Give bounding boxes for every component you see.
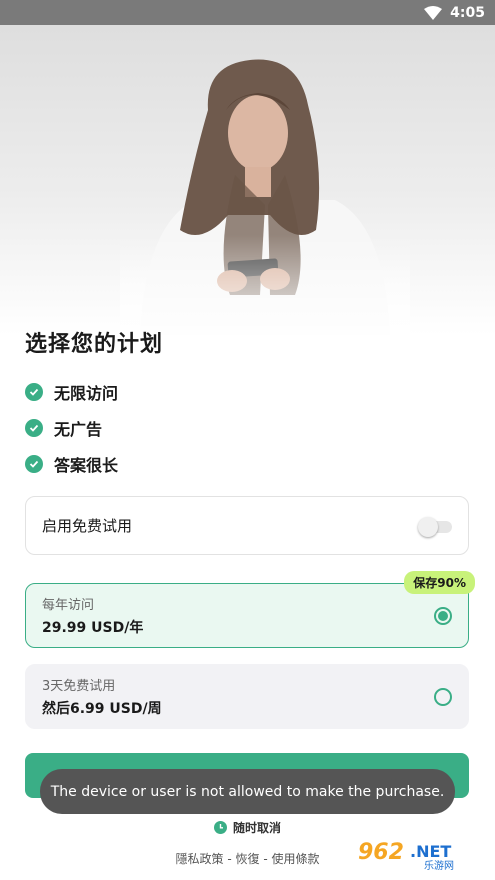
- save-badge: 保存90%: [404, 571, 475, 594]
- footer-separator: -: [259, 852, 272, 866]
- watermark-logo: 962 .NET 乐游网: [354, 836, 489, 872]
- restore-link[interactable]: 恢復: [235, 852, 259, 866]
- free-trial-toggle-card[interactable]: 启用免费试用: [25, 496, 469, 555]
- plan-price: 29.99 USD/年: [42, 620, 144, 636]
- radio-unselected[interactable]: [434, 687, 452, 706]
- status-bar: 4:05: [0, 0, 495, 25]
- svg-text:962: 962: [358, 840, 404, 865]
- plan-text: 每年访问 29.99 USD/年: [42, 594, 143, 637]
- free-trial-label: 启用免费试用: [42, 517, 133, 535]
- feature-item: 无广告: [25, 410, 118, 446]
- wifi-icon: [424, 5, 443, 20]
- check-icon: [25, 455, 43, 473]
- feature-label: 无广告: [54, 420, 103, 439]
- clock-icon: [213, 821, 227, 834]
- plan-price: 然后6.99 USD/周: [42, 701, 162, 717]
- plan-subtitle: 每年访问: [42, 598, 95, 613]
- svg-text:乐游网: 乐游网: [424, 859, 454, 872]
- plan-text: 3天免费试用 然后6.99 USD/周: [42, 675, 162, 718]
- status-time: 4:05: [450, 4, 485, 21]
- feature-label: 答案很长: [54, 456, 119, 475]
- privacy-policy-link[interactable]: 隱私政策: [176, 852, 224, 866]
- toast-message: The device or user is not allowed to mak…: [40, 769, 455, 814]
- check-icon: [25, 383, 43, 401]
- switch-thumb: [418, 516, 438, 537]
- feature-list: 无限访问 无广告 答案很长: [25, 374, 118, 482]
- footer-separator: -: [223, 852, 236, 866]
- feature-item: 无限访问: [25, 374, 118, 410]
- radio-selected[interactable]: [434, 606, 452, 625]
- radio-dot: [438, 610, 448, 621]
- woman-with-phone-photo: [120, 59, 410, 335]
- plan-option-annual[interactable]: 每年访问 29.99 USD/年: [25, 583, 469, 648]
- page-title: 选择您的计划: [25, 332, 164, 357]
- feature-label: 无限访问: [54, 384, 119, 403]
- hero-image: [0, 25, 495, 335]
- cancel-anytime: 随时取消: [0, 819, 495, 836]
- feature-item: 答案很长: [25, 446, 118, 482]
- plan-option-weekly-trial[interactable]: 3天免费试用 然后6.99 USD/周: [25, 664, 469, 729]
- cancel-anytime-label: 随时取消: [232, 821, 281, 835]
- free-trial-switch[interactable]: [418, 516, 452, 537]
- check-icon: [25, 419, 43, 437]
- svg-text:.NET: .NET: [410, 842, 451, 861]
- terms-of-use-link[interactable]: 使用條款: [271, 852, 319, 866]
- plan-subtitle: 3天免费试用: [42, 679, 116, 694]
